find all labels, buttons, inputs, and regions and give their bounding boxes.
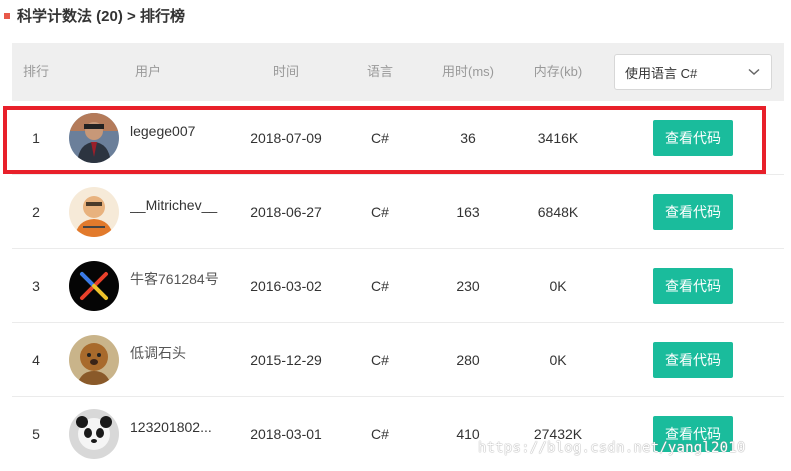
username-link[interactable]: 牛客761284号: [130, 249, 240, 323]
memory-cell: 6848K: [537, 204, 579, 220]
language-cell: C#: [371, 278, 389, 294]
rank-cell: 3: [32, 278, 40, 294]
username-link[interactable]: 123201802...: [130, 397, 240, 471]
page-title: 科学计数法 (20) > 排行榜: [17, 7, 185, 25]
language-cell: C#: [371, 352, 389, 368]
view-code-button[interactable]: 查看代码: [653, 342, 733, 378]
memory-cell: 27432K: [533, 426, 583, 442]
avatar[interactable]: [69, 187, 119, 237]
time-used-cell: 280: [456, 352, 480, 368]
memory-cell: 0K: [549, 352, 567, 368]
title-bullet: [4, 12, 10, 19]
rank-cell: 5: [32, 426, 40, 442]
header-time: 时间: [272, 64, 299, 79]
table-row: 2 __Mitrichev__ 2018-06-27 C# 163 6848K …: [12, 175, 784, 249]
language-cell: C#: [371, 426, 389, 442]
memory-cell: 0K: [549, 278, 567, 294]
header-language: 语言: [366, 64, 393, 79]
time-used-cell: 163: [456, 204, 480, 220]
date-cell: 2018-06-27: [250, 204, 322, 220]
date-cell: 2016-03-02: [250, 278, 322, 294]
highlight-box: [3, 106, 766, 174]
language-select[interactable]: 使用语言 C#: [614, 54, 772, 90]
time-used-cell: 410: [456, 426, 480, 442]
table-row: 5 123201802... 2018-03-01 C# 410 27432K …: [12, 397, 784, 471]
header-user: 用户: [134, 64, 161, 79]
watermark: https://blog.csdn.net/yangl2010: [478, 440, 746, 456]
rank-cell: 4: [32, 352, 40, 368]
page-title-bar: 科学计数法 (20) > 排行榜: [4, 4, 185, 26]
rank-cell: 2: [32, 204, 40, 220]
time-used-cell: 230: [456, 278, 480, 294]
view-code-button[interactable]: 查看代码: [653, 194, 733, 230]
language-cell: C#: [371, 204, 389, 220]
avatar[interactable]: [69, 261, 119, 311]
username-link[interactable]: 低调石头: [130, 323, 240, 397]
avatar[interactable]: [69, 409, 119, 459]
header-time-used: 用时(ms): [442, 64, 494, 79]
table-header: 排行 用户 时间 语言 用时(ms) 内存(kb) 使用语言 C#: [12, 43, 784, 101]
date-cell: 2015-12-29: [250, 352, 322, 368]
header-memory: 内存(kb): [533, 64, 583, 79]
table-row: 4 低调石头 2015-12-29 C# 280 0K 查看代码: [12, 323, 784, 397]
language-select-value: 使用语言 C#: [625, 65, 698, 81]
leaderboard-table: 排行 用户 时间 语言 用时(ms) 内存(kb) 使用语言 C# 1 lege…: [12, 43, 784, 471]
table-row: 3 牛客761284号 2016-03-02 C# 230 0K 查看代码: [12, 249, 784, 323]
chevron-down-icon: [747, 65, 761, 79]
header-rank: 排行: [22, 64, 49, 79]
view-code-button[interactable]: 查看代码: [653, 268, 733, 304]
avatar[interactable]: [69, 335, 119, 385]
date-cell: 2018-03-01: [250, 426, 322, 442]
username-link[interactable]: __Mitrichev__: [130, 175, 240, 249]
